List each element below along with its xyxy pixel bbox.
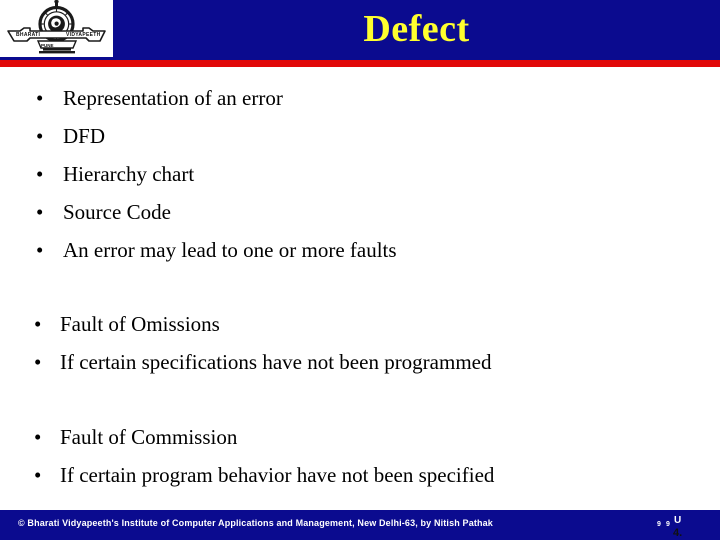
page-mark-a: 9 [657,521,661,528]
header-red-rule [0,60,720,67]
list-item-label: Representation of an error [63,86,283,110]
bullet-group-1: • Representation of an error • DFD • Hie… [0,79,720,269]
bullet-icon: • [34,463,42,487]
page-mark-c: U [674,515,682,526]
list-item-label: DFD [63,124,106,148]
bullet-group-3: • Fault of Commission • If certain progr… [0,418,720,494]
logo-caption-bottom: PUNE [41,43,54,48]
list-item: • If certain specifications have not bee… [0,343,720,381]
institute-logo: BHARATI VIDYAPEETH PUNE [0,0,113,57]
logo-caption-left: BHARATI [16,32,41,38]
list-item-label: If certain program behavior have not bee… [60,463,495,487]
bullet-icon: • [34,350,42,374]
bullet-group-2: • Fault of Omissions • If certain specif… [0,305,720,381]
list-item: • Representation of an error [0,79,720,117]
logo-caption-right: VIDYAPEETH [66,32,101,38]
list-item: • An error may lead to one or more fault… [0,231,720,269]
bullet-icon: • [36,86,44,110]
list-item: • DFD [0,117,720,155]
page-mark-b: 9 [666,521,670,528]
list-item: • Fault of Commission [0,418,720,456]
list-item-label: Hierarchy chart [63,162,195,186]
bullet-icon: • [36,124,44,148]
slide-body: • Representation of an error • DFD • Hie… [0,67,720,510]
list-item-label: Source Code [63,200,171,224]
bullet-icon: • [34,312,42,336]
page-number: 9 9 U 4. [655,514,715,540]
list-item: • Source Code [0,193,720,231]
list-item-label: Fault of Omissions [60,312,220,336]
bullet-icon: • [36,162,44,186]
bullet-icon: • [36,238,44,262]
bharati-vidyapeeth-emblem-icon [0,0,113,57]
list-item: • Hierarchy chart [0,155,720,193]
page-title: Defect [363,8,470,50]
list-item-label: Fault of Commission [60,425,238,449]
bullet-icon: • [36,200,44,224]
list-item: • Fault of Omissions [0,305,720,343]
footer-credit: © Bharati Vidyapeeth's Institute of Comp… [18,518,493,528]
page-mark-d: 4. [673,527,683,539]
list-item-label: An error may lead to one or more faults [63,238,397,262]
list-item-label: If certain specifications have not been … [60,350,492,374]
list-item: • If certain program behavior have not b… [0,456,720,494]
slide: BHARATI VIDYAPEETH PUNE Defect • Represe… [0,0,720,540]
bullet-icon: • [34,425,42,449]
